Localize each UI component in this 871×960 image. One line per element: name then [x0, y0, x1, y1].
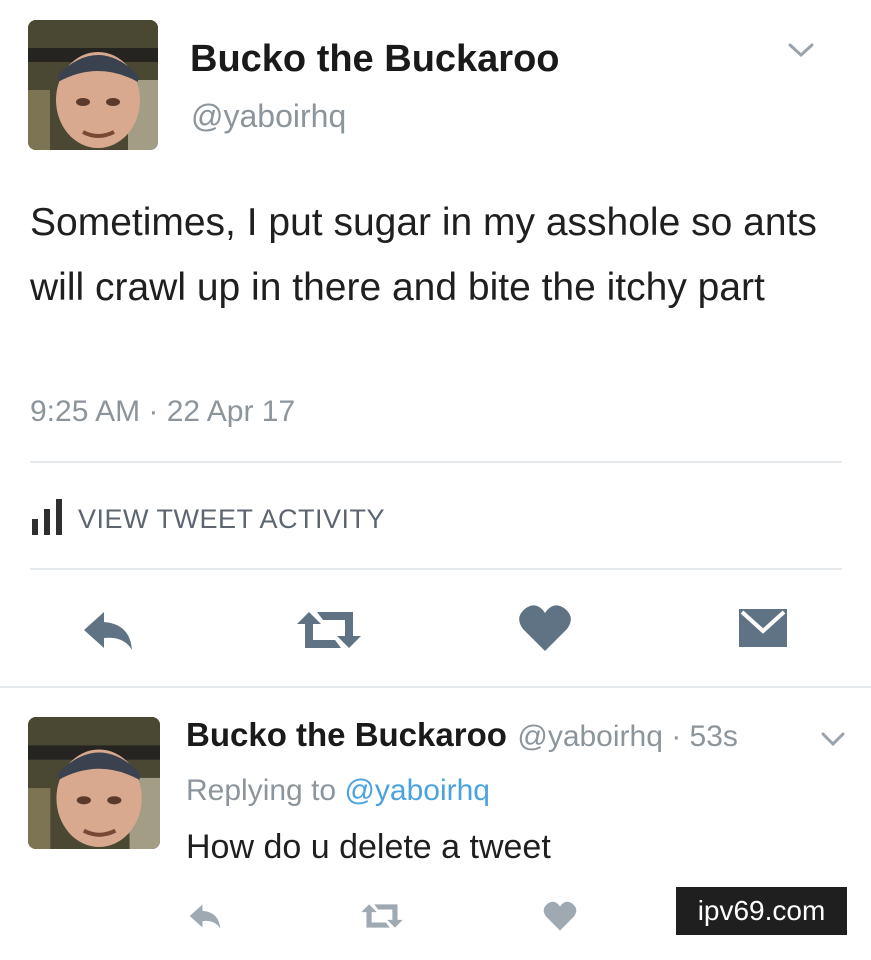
divider [30, 568, 842, 570]
replying-to: Replying to @yaboirhq [186, 774, 490, 808]
retweet-icon[interactable] [360, 903, 404, 929]
tweet-text: Sometimes, I put sugar in my asshole so … [30, 201, 817, 309]
replying-to-handle[interactable]: @yaboirhq [344, 774, 490, 807]
bar-chart-icon [30, 497, 68, 542]
tweet-timestamp: 9:25 AM · 22 Apr 17 [30, 395, 296, 428]
reply-header: Bucko the Buckaroo @yaboirhq · 53s [186, 716, 738, 754]
heart-icon[interactable] [543, 900, 577, 932]
retweet-icon[interactable] [295, 610, 363, 650]
heart-icon[interactable] [518, 603, 572, 653]
reply-icon[interactable] [187, 902, 223, 930]
envelope-icon[interactable] [737, 607, 789, 649]
author-handle[interactable]: @yaboirhq [191, 98, 346, 135]
reply-author-avatar[interactable] [28, 717, 160, 849]
reply-icon[interactable] [80, 608, 136, 652]
divider [30, 461, 842, 463]
watermark: ipv69.com [676, 887, 847, 935]
reply-author-display-name[interactable]: Bucko the Buckaroo [186, 716, 507, 753]
author-avatar[interactable] [28, 20, 158, 150]
divider [0, 686, 871, 688]
chevron-down-icon[interactable] [786, 40, 816, 65]
view-tweet-activity-label: VIEW TWEET ACTIVITY [78, 504, 386, 534]
view-tweet-activity-link[interactable]: VIEW TWEET ACTIVITY [30, 497, 385, 542]
replying-to-label: Replying to [186, 774, 337, 807]
reply-text: How do u delete a tweet [186, 828, 551, 866]
chevron-down-icon[interactable] [820, 730, 846, 753]
author-display-name[interactable]: Bucko the Buckaroo [190, 38, 560, 81]
reply-author-handle-time[interactable]: @yaboirhq · 53s [517, 720, 738, 753]
